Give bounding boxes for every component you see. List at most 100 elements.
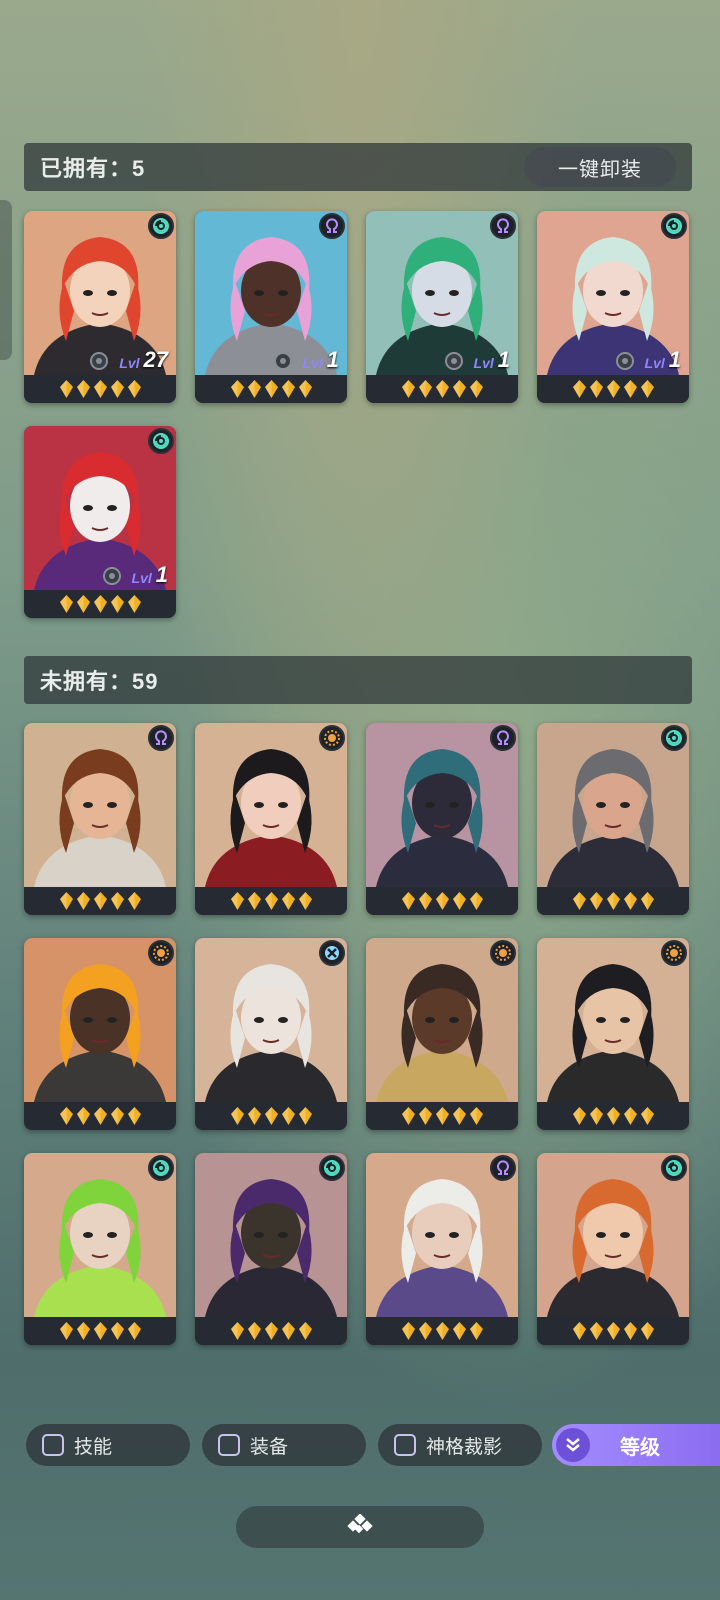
star-icon (606, 892, 620, 910)
hero-card[interactable] (366, 723, 518, 915)
star-icon (230, 1322, 244, 1340)
level-tag: Lvl (644, 355, 665, 371)
omega-icon (490, 213, 516, 239)
hero-card[interactable] (195, 1153, 347, 1345)
star-icon (589, 1107, 603, 1125)
equipment-checkbox[interactable] (218, 1434, 240, 1456)
equipment-filter[interactable]: 装备 (202, 1424, 366, 1466)
star-rating (24, 887, 176, 915)
star-icon (281, 1107, 295, 1125)
hero-card[interactable] (195, 723, 347, 915)
unequip-all-button[interactable]: 一键卸装 (524, 147, 676, 187)
hero-card[interactable]: Lvl 1 (24, 426, 176, 618)
diamond-cluster-icon (346, 1512, 374, 1541)
star-icon (418, 380, 432, 398)
star-icon (572, 1107, 586, 1125)
swirl-icon (661, 1155, 687, 1181)
hero-card[interactable] (24, 1153, 176, 1345)
star-icon (281, 892, 295, 910)
star-icon (435, 1322, 449, 1340)
star-icon (418, 1322, 432, 1340)
gear-slot-icon (102, 567, 121, 585)
level-indicator: Lvl 1 (102, 564, 168, 586)
star-icon (298, 892, 312, 910)
level-number: 1 (326, 347, 339, 372)
equipment-filter-label: 装备 (250, 1436, 289, 1458)
star-rating (24, 590, 176, 618)
star-icon (469, 1322, 483, 1340)
hero-card[interactable] (537, 1153, 689, 1345)
level-tag: Lvl (473, 355, 494, 371)
hero-card[interactable]: Lvl 1 (537, 211, 689, 403)
star-icon (452, 1322, 466, 1340)
star-rating (24, 1317, 176, 1345)
level-indicator: Lvl 27 (89, 349, 168, 371)
star-icon (435, 380, 449, 398)
star-rating (24, 1102, 176, 1130)
sort-level-button[interactable]: 等级 (552, 1424, 720, 1466)
hero-card[interactable] (24, 723, 176, 915)
star-icon (93, 892, 107, 910)
hero-card[interactable] (366, 938, 518, 1130)
star-icon (230, 892, 244, 910)
star-rating (366, 1102, 518, 1130)
star-icon (93, 595, 107, 613)
skill-filter[interactable]: 技能 (26, 1424, 190, 1466)
star-icon (435, 1107, 449, 1125)
star-icon (606, 1107, 620, 1125)
hero-card[interactable] (24, 938, 176, 1130)
star-icon (264, 380, 278, 398)
hero-card[interactable] (195, 938, 347, 1130)
star-icon (589, 380, 603, 398)
swirl-icon (661, 213, 687, 239)
gear-slot-icon (273, 352, 292, 370)
sun-icon (148, 940, 174, 966)
star-icon (110, 595, 124, 613)
star-icon (401, 1322, 415, 1340)
star-icon (93, 1322, 107, 1340)
star-rating (195, 375, 347, 403)
double-chevron-down-icon (556, 1428, 590, 1462)
expand-panel-button[interactable] (236, 1506, 484, 1548)
star-rating (195, 887, 347, 915)
hero-card[interactable]: Lvl 27 (24, 211, 176, 403)
sun-icon (319, 725, 345, 751)
star-icon (110, 380, 124, 398)
hero-card[interactable] (537, 938, 689, 1130)
hero-card[interactable]: Lvl 1 (366, 211, 518, 403)
skill-checkbox[interactable] (42, 1434, 64, 1456)
swirl-icon (661, 725, 687, 751)
divine-checkbox[interactable] (394, 1434, 416, 1456)
star-icon (640, 380, 654, 398)
swirl-icon (148, 213, 174, 239)
star-icon (264, 892, 278, 910)
star-icon (230, 1107, 244, 1125)
level-tag: Lvl (119, 355, 140, 371)
star-icon (401, 380, 415, 398)
level-tag: Lvl (302, 355, 323, 371)
sun-icon (661, 940, 687, 966)
star-icon (572, 892, 586, 910)
star-icon (623, 380, 637, 398)
level-indicator: Lvl 1 (444, 349, 510, 371)
star-icon (589, 892, 603, 910)
star-icon (247, 892, 261, 910)
star-icon (76, 380, 90, 398)
side-drawer-handle[interactable] (0, 200, 12, 360)
swirl-icon (148, 1155, 174, 1181)
unowned-count-title: 未拥有：59 (40, 669, 159, 694)
star-icon (127, 892, 141, 910)
omega-icon (148, 725, 174, 751)
star-icon (572, 1322, 586, 1340)
star-icon (127, 1107, 141, 1125)
divine-filter[interactable]: 神格裁影 (378, 1424, 542, 1466)
level-tag: Lvl (131, 570, 152, 586)
star-icon (640, 1322, 654, 1340)
hero-card[interactable] (366, 1153, 518, 1345)
hero-card[interactable]: Lvl 1 (195, 211, 347, 403)
swirl-icon (319, 1155, 345, 1181)
star-icon (572, 380, 586, 398)
star-icon (264, 1107, 278, 1125)
star-icon (59, 380, 73, 398)
hero-card[interactable] (537, 723, 689, 915)
